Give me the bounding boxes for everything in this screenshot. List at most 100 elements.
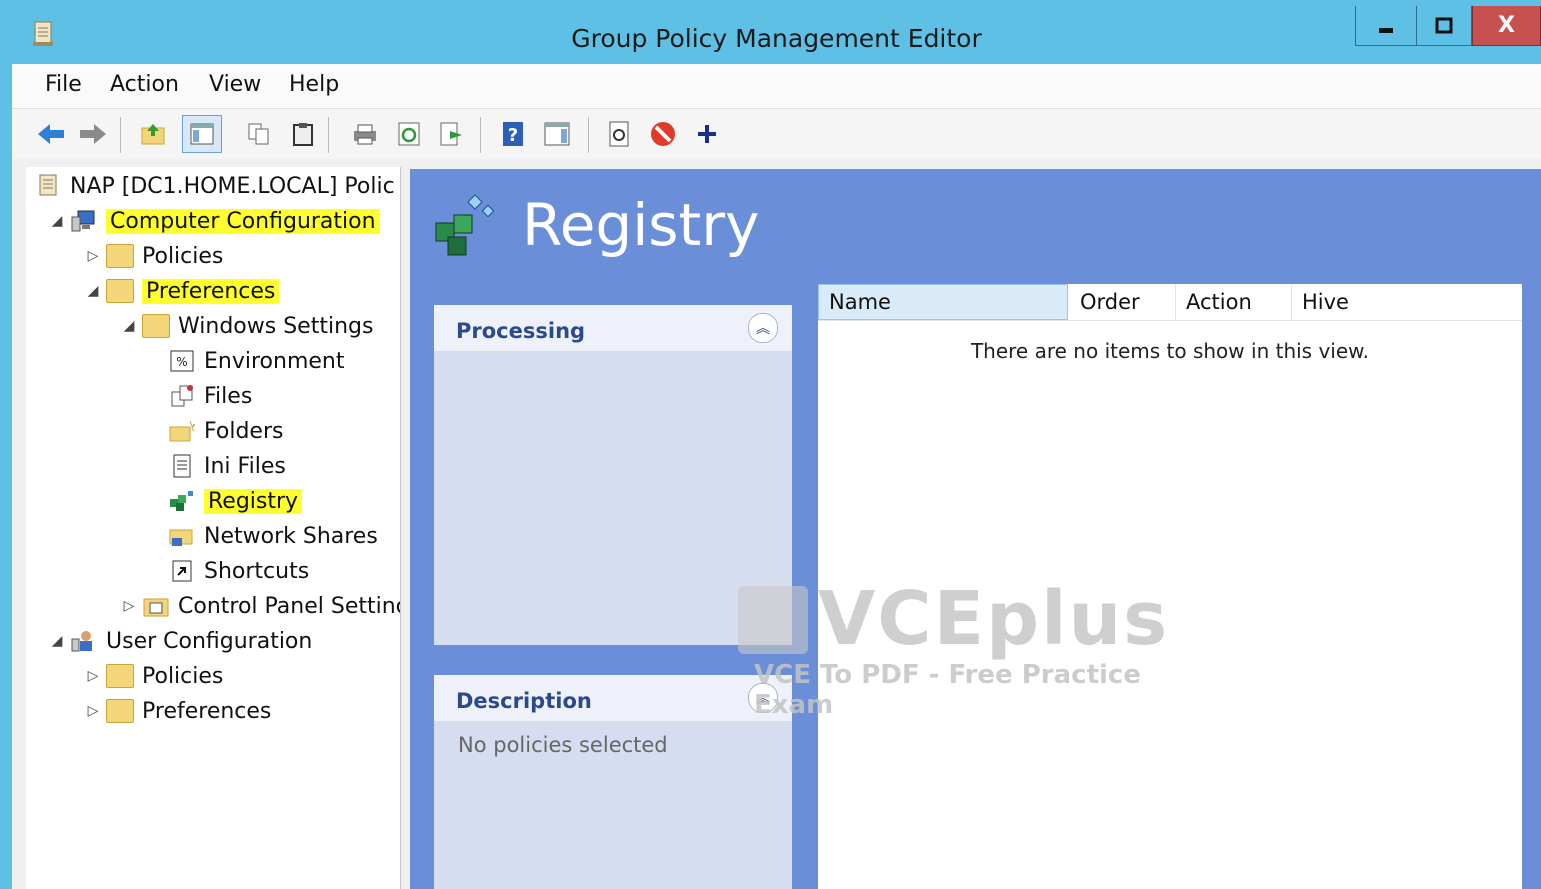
ini-file-icon [173, 454, 191, 478]
stop-icon[interactable] [648, 119, 678, 149]
up-folder-icon[interactable] [138, 119, 168, 149]
column-headers: Name Order Action Hive [818, 284, 1522, 321]
details-pane: Registry Processing ︽ Description ︽ No p… [410, 169, 1541, 889]
print-icon[interactable] [350, 119, 380, 149]
details-heading: Registry [522, 191, 760, 259]
folder-icon [106, 279, 134, 303]
tree-label: Ini Files [204, 453, 286, 479]
expand-arrow-icon[interactable]: ▷ [80, 248, 106, 264]
tree-label: Preferences [142, 278, 280, 304]
collapse-chevron-icon[interactable]: ︽ [748, 683, 778, 713]
maximize-button[interactable] [1417, 6, 1472, 46]
folder-icon [106, 664, 134, 688]
svg-text:?: ? [508, 125, 518, 146]
files-icon [171, 385, 193, 407]
tree-label: Registry [204, 488, 303, 514]
control-panel-folder-icon [143, 598, 169, 617]
tree-node-registry[interactable]: Registry [168, 486, 303, 516]
tree-label: Computer Configuration [106, 208, 380, 234]
client-area: File Action View Help ? NAP [DC1.HOME.LO… [12, 64, 1541, 889]
collapse-arrow-icon[interactable]: ◢ [44, 213, 70, 229]
folders-icon [169, 420, 196, 442]
tree-node-uc-policies[interactable]: ▷ Policies [80, 661, 224, 691]
tree-node-control-panel-settings[interactable]: ▷ Control Panel Settinc [116, 591, 400, 621]
show-hide-action-pane-icon[interactable] [542, 119, 572, 149]
forward-icon[interactable] [78, 119, 108, 149]
tree-label: NAP [DC1.HOME.LOCAL] Polic [70, 173, 395, 199]
tree-label: Files [204, 383, 253, 409]
tree-label: Windows Settings [178, 313, 374, 339]
processing-panel-header: Processing ︽ [434, 305, 792, 351]
console-tree[interactable]: NAP [DC1.HOME.LOCAL] Polic ◢ Computer Co… [26, 167, 401, 889]
paste-icon[interactable] [288, 119, 318, 149]
column-header-action[interactable]: Action [1176, 284, 1292, 320]
properties-icon[interactable] [604, 119, 634, 149]
tree-node-user-configuration[interactable]: ◢ User Configuration [44, 626, 313, 656]
tree-node-windows-settings[interactable]: ◢ Windows Settings [116, 311, 374, 341]
collapse-arrow-icon[interactable]: ◢ [80, 283, 106, 299]
menu-action[interactable]: Action [110, 72, 179, 97]
tree-label: Network Shares [204, 523, 378, 549]
shortcut-icon [172, 560, 192, 582]
tree-label: Environment [204, 348, 345, 374]
toolbar-separator [588, 117, 589, 153]
copy-icon[interactable] [244, 119, 274, 149]
policy-document-icon [39, 174, 57, 196]
computer-icon [71, 210, 95, 232]
expand-arrow-icon[interactable]: ▷ [116, 598, 142, 614]
processing-title: Processing [456, 319, 586, 343]
tree-node-folders[interactable]: Folders [168, 416, 283, 446]
network-share-icon [169, 529, 193, 546]
description-panel-header: Description ︽ [434, 675, 792, 721]
registry-icon [170, 491, 193, 511]
tree-node-computer-configuration[interactable]: ◢ Computer Configuration [44, 206, 380, 236]
back-icon[interactable] [36, 119, 66, 149]
collapse-arrow-icon[interactable]: ◢ [44, 633, 70, 649]
description-text: No policies selected [458, 733, 668, 757]
column-header-hive[interactable]: Hive [1292, 284, 1522, 320]
user-icon [71, 631, 92, 652]
folder-icon [142, 314, 170, 338]
tree-label: Preferences [142, 698, 272, 724]
toolbar-separator [480, 117, 481, 153]
maximize-icon [1435, 17, 1453, 33]
refresh-icon[interactable] [394, 119, 424, 149]
tree-node-uc-preferences[interactable]: ▷ Preferences [80, 696, 272, 726]
export-list-icon[interactable] [436, 119, 466, 149]
environment-icon: % [170, 350, 194, 372]
help-icon[interactable]: ? [498, 119, 528, 149]
menu-help[interactable]: Help [289, 72, 339, 97]
expand-arrow-icon[interactable]: ▷ [80, 668, 106, 684]
tree-node-files[interactable]: Files [168, 381, 252, 411]
processing-panel: Processing ︽ [434, 305, 792, 645]
tree-label: Folders [204, 418, 284, 444]
tree-node-cc-preferences[interactable]: ◢ Preferences [80, 276, 280, 306]
tree-node-root[interactable]: NAP [DC1.HOME.LOCAL] Polic [34, 171, 395, 201]
description-panel: Description ︽ No policies selected [434, 675, 792, 889]
add-icon[interactable] [692, 119, 722, 149]
registry-icon [435, 194, 495, 256]
tree-node-network-shares[interactable]: Network Shares [168, 521, 378, 551]
tree-node-shortcuts[interactable]: Shortcuts [168, 556, 309, 586]
menu-file[interactable]: File [45, 72, 82, 97]
items-list[interactable]: Name Order Action Hive There are no item… [818, 284, 1522, 889]
close-button[interactable]: X [1472, 6, 1541, 46]
tree-node-ini-files[interactable]: Ini Files [168, 451, 286, 481]
tree-node-cc-policies[interactable]: ▷ Policies [80, 241, 224, 271]
toolbar: ? [12, 109, 1541, 159]
collapse-chevron-icon[interactable]: ︽ [748, 313, 778, 343]
minimize-button[interactable] [1355, 6, 1417, 46]
show-hide-tree-icon[interactable] [182, 115, 222, 153]
tree-node-environment[interactable]: % Environment [168, 346, 344, 376]
collapse-arrow-icon[interactable]: ◢ [116, 318, 142, 334]
tree-label: Shortcuts [204, 558, 310, 584]
column-header-order[interactable]: Order [1070, 284, 1176, 320]
app-window: Group Policy Management Editor X File Ac… [0, 0, 1541, 889]
toolbar-separator [120, 117, 121, 153]
minimize-icon [1379, 27, 1393, 33]
expand-arrow-icon[interactable]: ▷ [80, 703, 106, 719]
column-header-name[interactable]: Name [818, 284, 1068, 320]
menu-view[interactable]: View [209, 72, 261, 97]
empty-list-message: There are no items to show in this view. [970, 339, 1370, 363]
description-title: Description [456, 689, 592, 713]
